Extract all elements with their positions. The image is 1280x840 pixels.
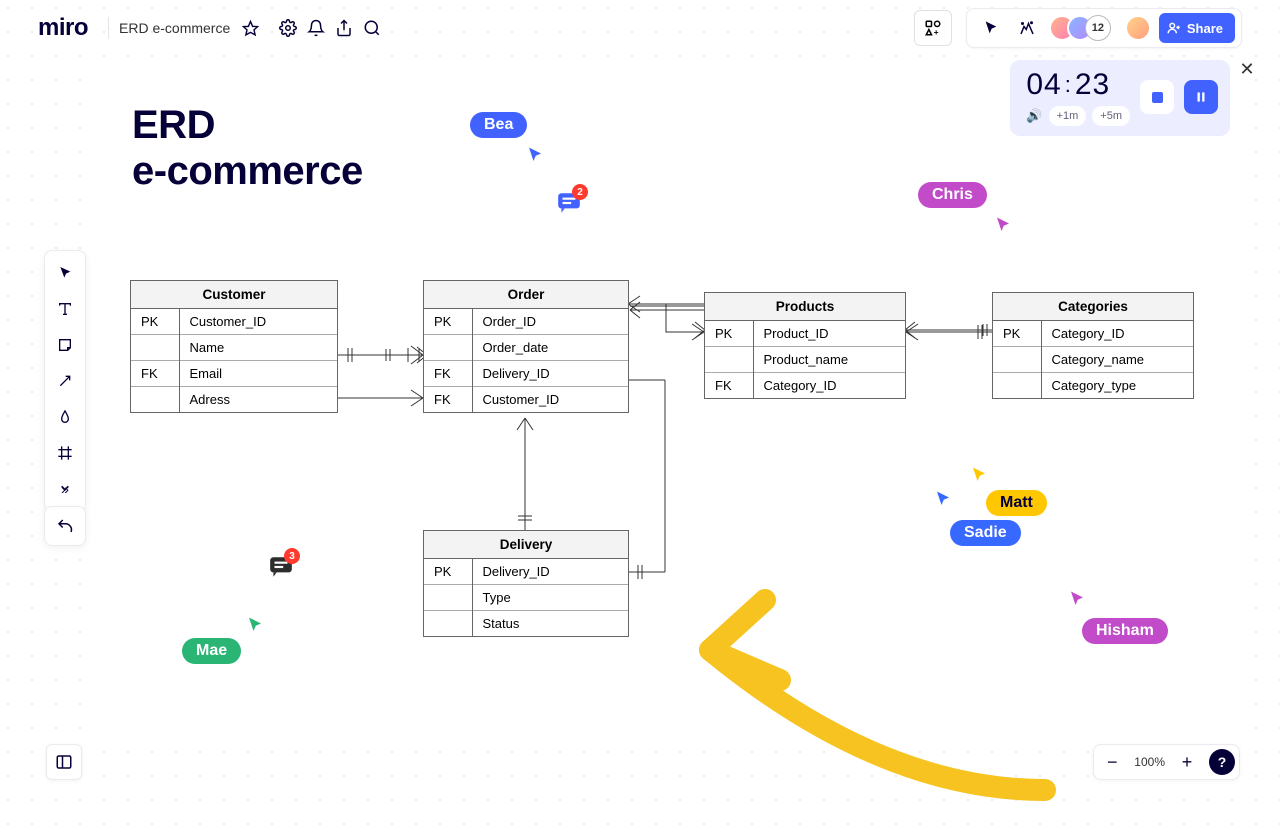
sound-icon[interactable]: 🔊 xyxy=(1026,108,1042,124)
svg-text:+: + xyxy=(934,28,939,37)
table-row[interactable]: PKProduct_ID xyxy=(705,321,905,347)
bell-icon[interactable] xyxy=(302,14,330,42)
presence-cluster: 12 Share xyxy=(966,8,1242,48)
board-name[interactable]: ERD e-commerce xyxy=(119,20,230,36)
comment-count: 3 xyxy=(284,548,300,564)
table-row[interactable]: FKCategory_ID xyxy=(705,373,905,399)
table-row[interactable]: Category_type xyxy=(993,373,1193,399)
table-row[interactable]: PKCustomer_ID xyxy=(131,309,337,335)
timer-plus-5m[interactable]: +5m xyxy=(1092,106,1130,126)
user-pill-sadie: Sadie xyxy=(950,520,1021,546)
share-label: Share xyxy=(1187,21,1223,36)
topbar: miro ERD e-commerce + 12 xyxy=(38,8,1242,48)
logo[interactable]: miro xyxy=(38,14,88,42)
avatar-overflow-count[interactable]: 12 xyxy=(1085,15,1111,41)
zoom-in-button[interactable]: + xyxy=(1173,748,1201,776)
table-row[interactable]: Product_name xyxy=(705,347,905,373)
export-icon[interactable] xyxy=(330,14,358,42)
entity-order[interactable]: Order PKOrder_IDOrder_dateFKDelivery_IDF… xyxy=(423,280,629,413)
settings-icon[interactable] xyxy=(274,14,302,42)
search-icon[interactable] xyxy=(358,14,386,42)
apps-button[interactable]: + xyxy=(914,10,952,46)
table-row[interactable]: PKOrder_ID xyxy=(424,309,628,335)
cursor-icon xyxy=(246,616,264,634)
star-icon[interactable] xyxy=(236,14,264,42)
table-row[interactable]: Category_name xyxy=(993,347,1193,373)
table-row[interactable]: FKCustomer_ID xyxy=(424,387,628,413)
comment-count: 2 xyxy=(572,184,588,200)
table-row[interactable]: Order_date xyxy=(424,335,628,361)
timer[interactable]: 04:23 🔊 +1m +5m ✕ xyxy=(1010,60,1230,136)
frame-tool[interactable] xyxy=(49,437,81,469)
timer-stop-button[interactable] xyxy=(1140,80,1174,114)
zoom-percent[interactable]: 100% xyxy=(1128,755,1171,769)
timer-plus-1m[interactable]: +1m xyxy=(1049,106,1087,126)
cursor-mode-icon[interactable] xyxy=(977,14,1005,42)
share-button[interactable]: Share xyxy=(1159,13,1235,43)
reactions-icon[interactable] xyxy=(1013,14,1041,42)
table-row[interactable]: PKCategory_ID xyxy=(993,321,1193,347)
divider xyxy=(108,17,109,39)
entity-products[interactable]: Products PKProduct_IDProduct_nameFKCateg… xyxy=(704,292,906,399)
table-row[interactable]: Name xyxy=(131,335,337,361)
timer-close-icon[interactable]: ✕ xyxy=(1236,58,1258,80)
avatars[interactable]: 12 xyxy=(1049,15,1111,41)
user-pill-bea: Bea xyxy=(470,112,527,138)
frame-title: ERDe-commerce xyxy=(132,102,363,194)
more-tools[interactable]: » xyxy=(49,473,81,505)
user-pill-matt: Matt xyxy=(986,490,1047,516)
comment-bubble[interactable]: 3 xyxy=(268,554,294,578)
toolbar: » xyxy=(44,250,86,512)
table-row[interactable]: Status xyxy=(424,611,628,637)
zoom-controls: − 100% + ? xyxy=(1093,744,1240,780)
canvas-frame[interactable]: ERDe-commerce xyxy=(90,60,1240,740)
table-row[interactable]: Adress xyxy=(131,387,337,413)
zoom-out-button[interactable]: − xyxy=(1098,748,1126,776)
timer-display: 04:23 xyxy=(1026,68,1130,102)
sticky-tool[interactable] xyxy=(49,329,81,361)
cursor-icon xyxy=(994,216,1012,234)
entity-categories[interactable]: Categories PKCategory_IDCategory_nameCat… xyxy=(992,292,1194,399)
user-pill-mae: Mae xyxy=(182,638,241,664)
cursor-icon xyxy=(1068,590,1086,608)
comment-bubble[interactable]: 2 xyxy=(556,190,582,214)
cursor-icon xyxy=(970,466,988,484)
help-button[interactable]: ? xyxy=(1209,749,1235,775)
text-tool[interactable] xyxy=(49,293,81,325)
line-tool[interactable] xyxy=(49,365,81,397)
avatar-self[interactable] xyxy=(1125,15,1151,41)
entity-customer[interactable]: Customer PKCustomer_IDNameFKEmailAdress xyxy=(130,280,338,413)
user-pill-hisham: Hisham xyxy=(1082,618,1168,644)
table-row[interactable]: PKDelivery_ID xyxy=(424,559,628,585)
table-row[interactable]: Type xyxy=(424,585,628,611)
table-row[interactable]: FKDelivery_ID xyxy=(424,361,628,387)
pen-tool[interactable] xyxy=(49,401,81,433)
timer-pause-button[interactable] xyxy=(1184,80,1218,114)
undo-button[interactable] xyxy=(44,506,86,546)
table-row[interactable]: FKEmail xyxy=(131,361,337,387)
panel-toggle-button[interactable] xyxy=(46,744,82,780)
entity-delivery[interactable]: Delivery PKDelivery_IDTypeStatus xyxy=(423,530,629,637)
select-tool[interactable] xyxy=(49,257,81,289)
cursor-icon xyxy=(526,146,544,164)
user-pill-chris: Chris xyxy=(918,182,987,208)
cursor-icon xyxy=(934,490,952,508)
